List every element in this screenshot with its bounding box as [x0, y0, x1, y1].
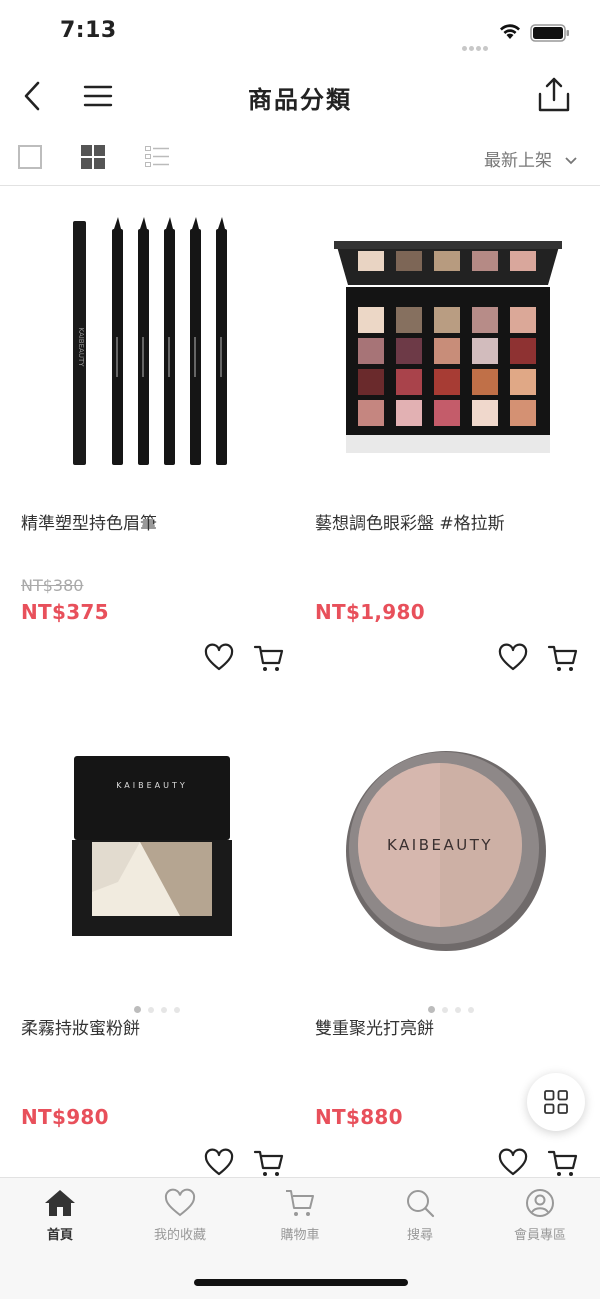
tab-member[interactable]: 會員專區: [480, 1188, 600, 1252]
category-grid-button[interactable]: [527, 1073, 585, 1131]
status-bar: 7:13: [0, 0, 600, 64]
svg-text:KAIBEAUTY: KAIBEAUTY: [77, 327, 85, 367]
tab-label: 搜尋: [406, 1228, 433, 1243]
image-pager: [134, 998, 187, 1013]
add-to-cart-icon[interactable]: [547, 1147, 579, 1177]
product-card[interactable]: KAIBEAUTY 精準塑型持色眉筆 NT$380 NT$375: [0, 187, 294, 687]
product-grid: KAIBEAUTY 精準塑型持色眉筆 NT$380 NT$375 藝想調色眼彩盤…: [0, 187, 600, 1177]
product-name[interactable]: 雙重聚光打亮餅: [315, 1014, 434, 1039]
tab-label: 購物車: [280, 1228, 320, 1243]
signal-icon: [462, 36, 492, 51]
tab-home[interactable]: 首頁: [0, 1188, 120, 1252]
brand-logo: KAIBEAUTY: [116, 781, 188, 790]
brand-logo: KAIBEAUTY: [387, 836, 493, 854]
heart-icon[interactable]: [497, 1147, 529, 1177]
user-icon: [526, 1189, 554, 1217]
chevron-down-icon: [565, 157, 578, 165]
tab-search[interactable]: 搜尋: [360, 1188, 480, 1252]
status-time: 7:13: [60, 18, 117, 43]
share-button[interactable]: [536, 76, 572, 114]
tab-label: 我的收藏: [153, 1228, 206, 1243]
product-card[interactable]: KAIBEAUTY 柔霧持妝蜜粉餅 NT$980: [0, 692, 294, 1177]
home-indicator: [194, 1279, 408, 1286]
product-price: NT$375: [21, 600, 109, 624]
product-name[interactable]: 藝想調色眼彩盤 #格拉斯: [315, 509, 505, 534]
tab-cart[interactable]: 購物車: [240, 1188, 360, 1252]
heart-icon: [164, 1188, 196, 1217]
hamburger-icon: [83, 85, 113, 107]
image-pager: [428, 998, 481, 1013]
sort-dropdown[interactable]: 最新上架: [484, 146, 578, 171]
product-image[interactable]: KAIBEAUTY: [294, 692, 588, 992]
share-icon: [538, 77, 570, 112]
original-price: NT$380: [21, 576, 84, 595]
battery-icon: [530, 24, 569, 42]
header-bar: 商品分類: [0, 64, 600, 128]
search-icon: [407, 1190, 435, 1218]
list-view-toggle[interactable]: [145, 146, 169, 168]
heart-icon[interactable]: [203, 1147, 235, 1177]
sort-label: 最新上架: [484, 151, 552, 171]
product-name[interactable]: 柔霧持妝蜜粉餅: [21, 1014, 140, 1039]
bottom-tab-bar: 首頁 我的收藏 購物車 搜尋 會員專區: [0, 1177, 600, 1299]
product-price: NT$1,980: [315, 600, 425, 624]
add-to-cart-icon[interactable]: [253, 1147, 285, 1177]
heart-icon[interactable]: [497, 642, 529, 674]
heart-icon[interactable]: [203, 642, 235, 674]
menu-button[interactable]: [82, 80, 114, 112]
add-to-cart-icon[interactable]: [253, 642, 285, 674]
wifi-icon: [500, 24, 520, 39]
tab-label: 首頁: [46, 1228, 73, 1243]
product-image[interactable]: KAIBEAUTY: [0, 187, 294, 487]
tab-label: 會員專區: [513, 1228, 566, 1243]
back-button[interactable]: [18, 78, 50, 114]
chevron-left-icon: [24, 81, 40, 111]
add-to-cart-icon[interactable]: [547, 642, 579, 674]
product-image[interactable]: [294, 187, 588, 487]
product-price: NT$880: [315, 1105, 403, 1129]
product-name[interactable]: 精準塑型持色眉筆: [21, 509, 157, 534]
view-toolbar: 最新上架: [0, 128, 600, 186]
product-card[interactable]: 藝想調色眼彩盤 #格拉斯 NT$1,980: [294, 187, 588, 687]
product-price: NT$980: [21, 1105, 109, 1129]
single-view-toggle[interactable]: [18, 145, 42, 169]
product-image[interactable]: KAIBEAUTY: [0, 692, 294, 992]
cart-icon: [286, 1190, 314, 1216]
tab-favorites[interactable]: 我的收藏: [120, 1188, 240, 1252]
home-icon: [45, 1190, 75, 1216]
grid-icon: [544, 1090, 568, 1114]
grid-view-toggle[interactable]: [81, 145, 105, 169]
